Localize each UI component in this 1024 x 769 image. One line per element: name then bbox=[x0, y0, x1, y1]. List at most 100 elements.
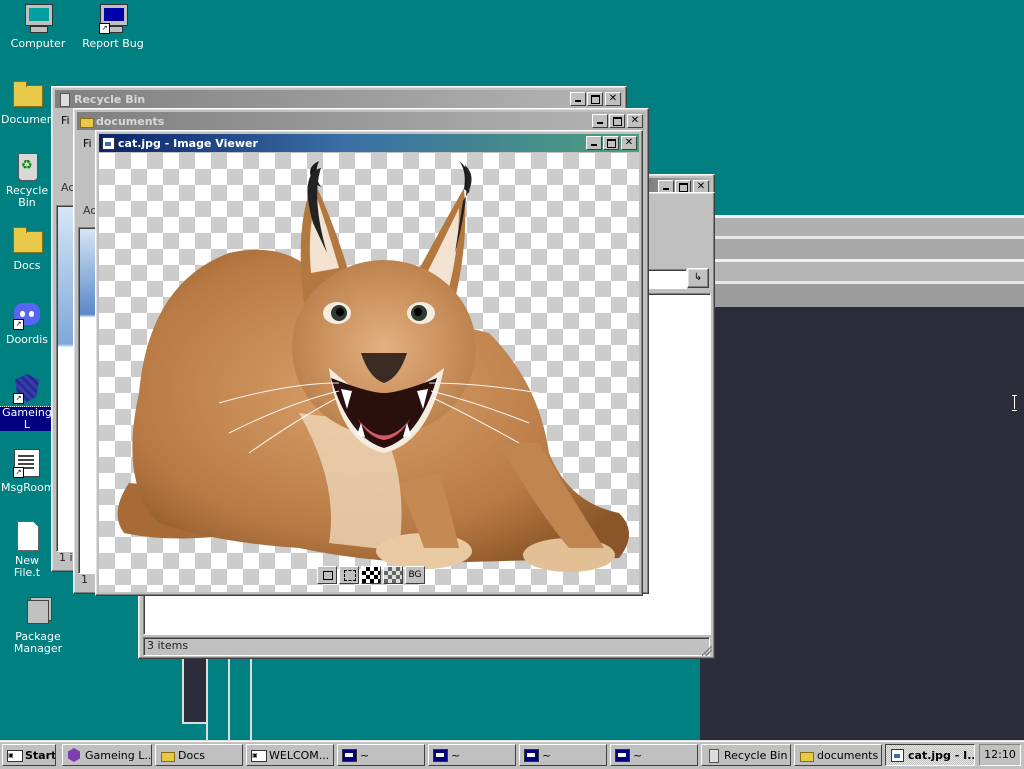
clock-text: 12:10 bbox=[984, 748, 1016, 761]
desktop-icon-computer[interactable]: Computer bbox=[0, 2, 76, 50]
actual-size-button[interactable] bbox=[339, 566, 359, 584]
desktop-icon-label: New File.t bbox=[13, 554, 41, 579]
taskbar-button-label: ~ bbox=[360, 748, 370, 762]
close-button[interactable] bbox=[621, 136, 637, 150]
recycle-bin-icon bbox=[706, 748, 720, 763]
desktop-icon-label: Package Manager bbox=[13, 630, 63, 655]
desktop-icon-report-bug[interactable]: ↗ Report Bug bbox=[75, 2, 151, 50]
taskbar-button-label: WELCOM... bbox=[269, 748, 330, 762]
terminal-icon: ▣ bbox=[251, 748, 267, 762]
taskbar-button-terminal-3[interactable]: ~ bbox=[519, 744, 607, 766]
start-button[interactable]: ▣ Start bbox=[2, 744, 56, 766]
desktop-icon-label: Recycle Bin bbox=[5, 184, 49, 209]
taskbar-button-label: cat.jpg - I... bbox=[908, 748, 975, 762]
start-icon: ▣ bbox=[7, 748, 23, 762]
status-text: 1 ite bbox=[81, 573, 88, 586]
discord-icon: ↗ bbox=[11, 298, 43, 330]
gameing-icon: ↗ bbox=[11, 372, 43, 404]
recycle-bin-titlebar[interactable]: Recycle Bin bbox=[55, 90, 623, 108]
docs-go-button[interactable]: ↳ bbox=[687, 268, 709, 288]
close-button[interactable] bbox=[605, 92, 621, 106]
package-icon bbox=[22, 596, 54, 628]
desktop-icon-gameing[interactable]: ↗ Gameing L bbox=[0, 372, 54, 431]
start-label: Start bbox=[25, 748, 56, 762]
status-text: 3 items bbox=[147, 639, 189, 652]
taskbar-button-recycle-bin[interactable]: Recycle Bin bbox=[701, 744, 791, 766]
background-button[interactable]: BG bbox=[405, 566, 425, 584]
checker-light-button[interactable] bbox=[383, 566, 403, 584]
file-icon bbox=[11, 520, 43, 552]
taskbar-button-terminal-1[interactable]: ~ bbox=[337, 744, 425, 766]
docs-status-bar: 3 items bbox=[143, 637, 710, 656]
menu-file[interactable]: Fi bbox=[83, 137, 92, 150]
minimize-button[interactable] bbox=[592, 114, 608, 128]
taskbar-button-label: ~ bbox=[451, 748, 461, 762]
recycle-bin-icon bbox=[11, 150, 43, 182]
image-icon bbox=[890, 748, 904, 762]
caracal-image bbox=[117, 161, 630, 572]
close-button[interactable] bbox=[627, 114, 643, 128]
desktop-icon-new-file[interactable]: New File.t bbox=[0, 520, 54, 579]
taskbar-button-label: ~ bbox=[542, 748, 552, 762]
viewer-toolbar: BG bbox=[317, 566, 425, 584]
resize-grip-icon[interactable] bbox=[702, 646, 712, 656]
window-title: documents bbox=[96, 114, 165, 128]
taskbar-button-docs[interactable]: Docs bbox=[155, 744, 243, 766]
folder-icon bbox=[79, 114, 94, 128]
desktop-icon-doordis[interactable]: ↗ Doordis bbox=[0, 298, 54, 346]
desktop-icon-label: Doordis bbox=[5, 333, 49, 346]
image-viewer-titlebar[interactable]: cat.jpg - Image Viewer bbox=[99, 134, 639, 152]
desktop-icon-label: Documents bbox=[1, 113, 54, 126]
desktop-icon-label: Docs bbox=[13, 259, 41, 272]
folder-icon bbox=[11, 78, 43, 110]
image-icon bbox=[101, 136, 115, 150]
maximize-button[interactable] bbox=[609, 114, 625, 128]
maximize-button[interactable] bbox=[603, 136, 619, 150]
taskbar-button-image-viewer[interactable]: cat.jpg - I... bbox=[885, 744, 975, 766]
desktop-icon-label: MsgRoom bbox=[1, 481, 54, 494]
folder-icon bbox=[799, 748, 814, 762]
desktop-icon-docs[interactable]: Docs bbox=[0, 224, 54, 272]
taskbar-button-label: ~ bbox=[633, 748, 643, 762]
maximize-button[interactable] bbox=[587, 92, 603, 106]
system-tray-clock[interactable]: 12:10 bbox=[979, 744, 1021, 766]
taskbar-button-gameing[interactable]: Gameing L... bbox=[62, 744, 152, 766]
taskbar-button-terminal-2[interactable]: ~ bbox=[428, 744, 516, 766]
msgroom-icon: ↗ bbox=[11, 446, 43, 478]
terminal-icon bbox=[524, 748, 539, 762]
desktop-icon-label: Computer bbox=[10, 37, 66, 50]
taskbar-button-label: Recycle Bin bbox=[724, 748, 788, 762]
taskbar-button-label: Gameing L... bbox=[85, 748, 152, 762]
desktop-icon-package-manager[interactable]: Package Manager bbox=[0, 596, 76, 655]
text-cursor-icon bbox=[1012, 395, 1017, 411]
taskbar-button-label: documents bbox=[817, 748, 879, 762]
terminal-icon bbox=[615, 748, 630, 762]
window-title: Recycle Bin bbox=[74, 92, 146, 106]
folder-icon bbox=[160, 748, 175, 762]
desktop-icon-documents[interactable]: Documents bbox=[0, 78, 54, 126]
minimize-button[interactable] bbox=[570, 92, 586, 106]
taskbar-button-documents[interactable]: documents bbox=[794, 744, 882, 766]
gameing-icon bbox=[67, 748, 81, 762]
minimize-button[interactable] bbox=[586, 136, 602, 150]
desktop-icon-label: Report Bug bbox=[82, 37, 144, 50]
desktop-icon-msgroom[interactable]: ↗ MsgRoom bbox=[0, 446, 54, 494]
terminal-icon bbox=[433, 748, 448, 762]
recycle-bin-icon bbox=[57, 92, 71, 107]
checker-dark-button[interactable] bbox=[361, 566, 381, 584]
window-title: cat.jpg - Image Viewer bbox=[118, 136, 258, 150]
image-viewer-window[interactable]: cat.jpg - Image Viewer ✕ BG bbox=[95, 130, 643, 596]
taskbar: ▣ Start Gameing L... Docs ▣ WELCOM... ~ … bbox=[0, 740, 1024, 769]
desktop-icon-label: Gameing L bbox=[0, 406, 54, 431]
documents-titlebar[interactable]: documents bbox=[77, 112, 645, 130]
taskbar-button-welcome[interactable]: ▣ WELCOM... bbox=[246, 744, 334, 766]
menu-file[interactable]: Fi bbox=[61, 114, 70, 127]
folder-icon bbox=[11, 224, 43, 256]
desktop-icon-recycle-bin[interactable]: Recycle Bin bbox=[0, 150, 54, 209]
report-bug-icon: ↗ bbox=[97, 2, 129, 34]
fit-to-window-button[interactable] bbox=[317, 566, 337, 584]
taskbar-button-terminal-4[interactable]: ~ bbox=[610, 744, 698, 766]
taskbar-button-label: Docs bbox=[178, 748, 205, 762]
image-canvas[interactable]: BG bbox=[99, 153, 639, 592]
computer-icon bbox=[22, 2, 54, 34]
